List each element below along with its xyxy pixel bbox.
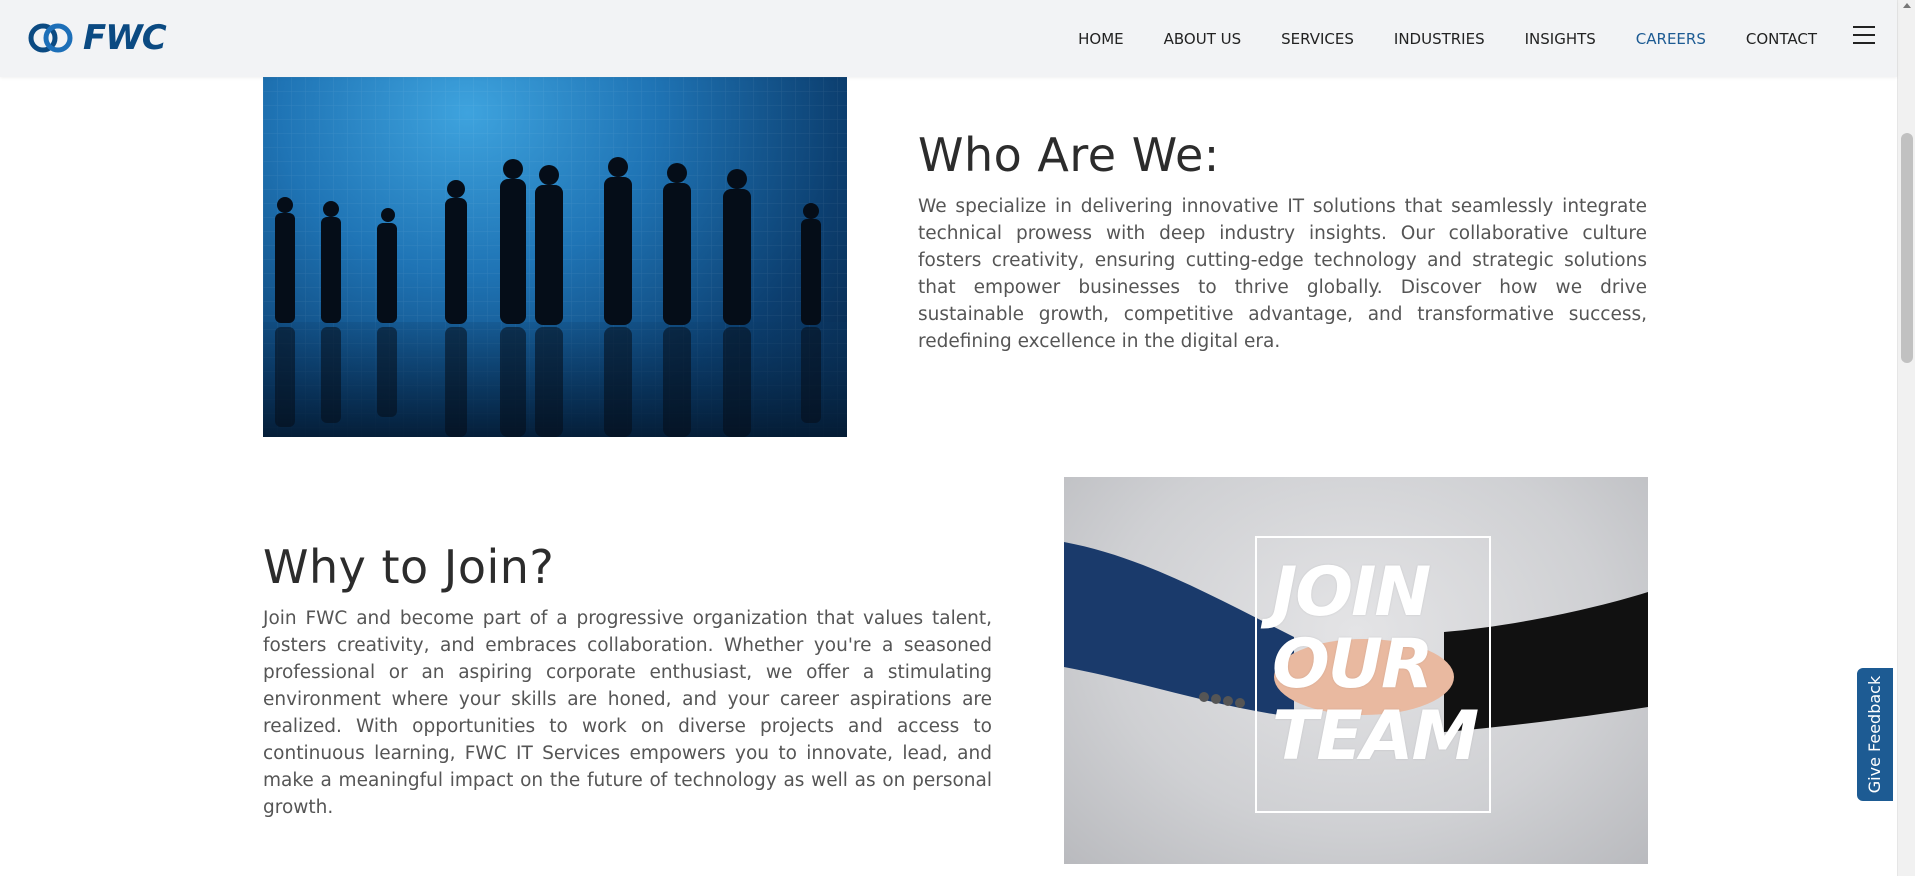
nav-insights[interactable]: INSIGHTS — [1525, 30, 1596, 48]
join-our-team-image: JOIN OUR TEAM — [1064, 477, 1648, 864]
why-join-heading: Why to Join? — [263, 540, 555, 594]
give-feedback-label: Give Feedback — [1865, 675, 1885, 794]
why-join-text: Join FWC and become part of a progressiv… — [263, 608, 992, 818]
nav-about-us[interactable]: ABOUT US — [1164, 30, 1242, 48]
logo[interactable]: FWC — [27, 18, 167, 58]
hamburger-line — [1853, 26, 1875, 28]
nav-careers[interactable]: CAREERS — [1636, 30, 1706, 48]
silhouettes-graphic — [263, 77, 847, 437]
nav-home[interactable]: HOME — [1078, 30, 1124, 48]
join-line: JOIN — [1272, 553, 1431, 632]
nav-industries[interactable]: INDUSTRIES — [1394, 30, 1485, 48]
hamburger-icon[interactable] — [1853, 26, 1875, 44]
scroll-up-icon[interactable] — [1903, 3, 1911, 8]
nav-services[interactable]: SERVICES — [1281, 30, 1354, 48]
main-nav: HOME ABOUT US SERVICES INDUSTRIES INSIGH… — [1038, 0, 1817, 77]
site-header: FWC HOME ABOUT US SERVICES INDUSTRIES IN… — [0, 0, 1897, 77]
hamburger-line — [1853, 34, 1875, 36]
team-silhouette-image — [263, 77, 847, 437]
team-line: TEAM — [1272, 697, 1479, 776]
hamburger-line — [1853, 42, 1875, 44]
nav-contact[interactable]: CONTACT — [1746, 30, 1817, 48]
join-our-team-text: JOIN OUR TEAM — [1272, 557, 1492, 773]
who-are-we-text: We specialize in delivering innovative I… — [918, 196, 1647, 352]
give-feedback-button[interactable]: Give Feedback — [1855, 666, 1895, 803]
our-line: OUR — [1272, 625, 1433, 704]
scroll-thumb[interactable] — [1901, 133, 1913, 363]
logo-text: FWC — [83, 18, 167, 58]
who-are-we-heading: Who Are We: — [918, 128, 1220, 182]
logo-rings-icon — [28, 23, 73, 53]
page-scrollbar[interactable] — [1897, 0, 1915, 876]
